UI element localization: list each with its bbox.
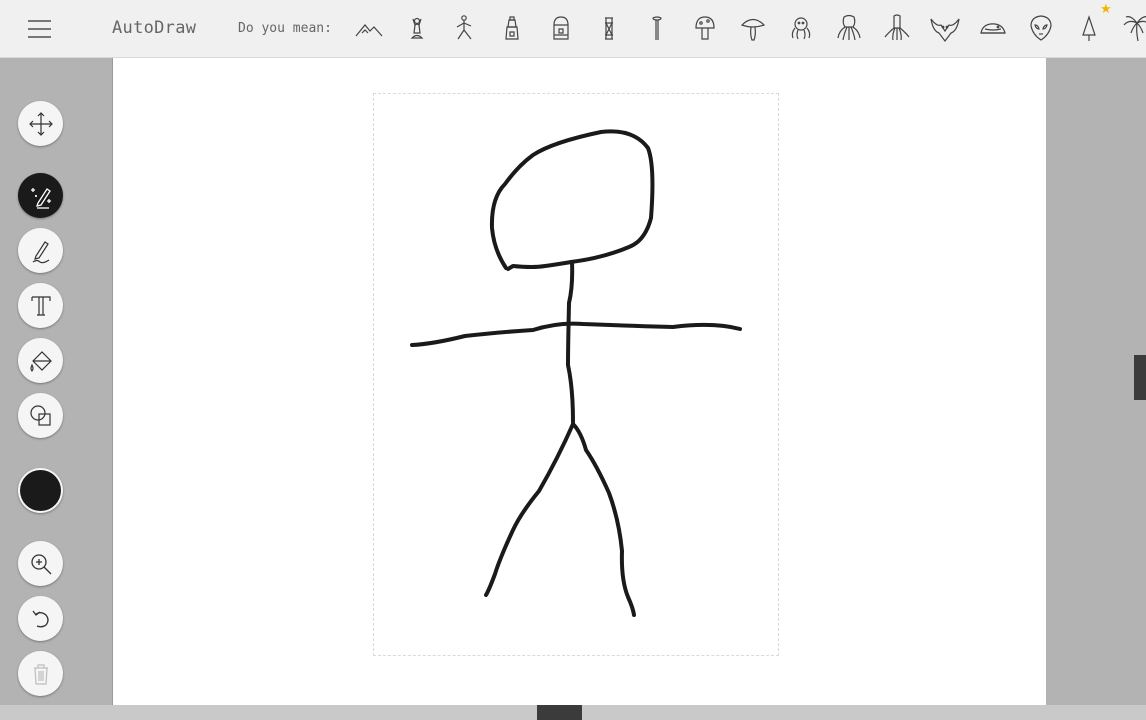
paint-bucket-icon [29, 350, 52, 372]
fill-tool[interactable] [18, 338, 63, 383]
stick-figure-drawing [410, 129, 742, 617]
bat-icon[interactable] [927, 11, 963, 47]
nail-icon[interactable] [639, 11, 675, 47]
top-bar: AutoDraw Do you mean: ★ [0, 0, 1146, 58]
squid-icon[interactable] [879, 11, 915, 47]
shape-tool[interactable] [18, 393, 63, 438]
drawing-left-leg-stroke [484, 422, 575, 597]
tool-sidebar [0, 58, 112, 720]
octopus-tentacles-icon[interactable] [831, 11, 867, 47]
text-icon [30, 295, 51, 316]
zoom-in-icon [30, 553, 51, 574]
mushroom-cap-icon[interactable] [735, 11, 771, 47]
drawing-canvas[interactable] [112, 58, 1046, 705]
move-arrows-icon [28, 111, 53, 136]
yoga-pose-icon[interactable] [446, 11, 482, 47]
autodraw-tool[interactable] [18, 173, 63, 218]
lighthouse-icon[interactable] [494, 11, 530, 47]
yoga-figure-icon[interactable] [399, 11, 435, 47]
draw-tool[interactable] [18, 228, 63, 273]
star-icon: ★ [1100, 2, 1112, 17]
drawing-body-stroke [566, 260, 575, 424]
octopus-icon[interactable] [783, 11, 819, 47]
horizontal-scrollbar-thumb[interactable] [537, 705, 582, 720]
drawing-right-leg-stroke [571, 422, 636, 617]
autodraw-magic-pen-icon [30, 187, 51, 209]
zoom-tool[interactable] [18, 541, 63, 586]
mushroom-icon[interactable] [687, 11, 723, 47]
alien-icon[interactable] [1023, 11, 1059, 47]
right-gutter [1046, 58, 1134, 705]
undo-icon [31, 610, 49, 627]
drawing-head-stroke [489, 129, 655, 271]
suggestion-strip: ★ [0, 0, 1146, 57]
delete-tool[interactable] [18, 651, 63, 696]
vertical-scrollbar-thumb[interactable] [1134, 355, 1146, 400]
shapes-icon [29, 404, 51, 426]
mountains-icon[interactable] [351, 11, 387, 47]
pencil-icon [32, 240, 49, 263]
select-tool[interactable] [18, 101, 63, 146]
current-color-swatch [20, 470, 61, 511]
whale-icon[interactable] [975, 11, 1011, 47]
drawing-arms-stroke [410, 321, 742, 347]
lantern-icon[interactable] [591, 11, 627, 47]
type-tool[interactable] [18, 283, 63, 328]
undo-tool[interactable] [18, 596, 63, 641]
palm-tree-icon[interactable] [1119, 11, 1146, 47]
trash-icon [33, 663, 48, 685]
jar-icon[interactable] [543, 11, 579, 47]
color-picker[interactable] [18, 468, 63, 513]
